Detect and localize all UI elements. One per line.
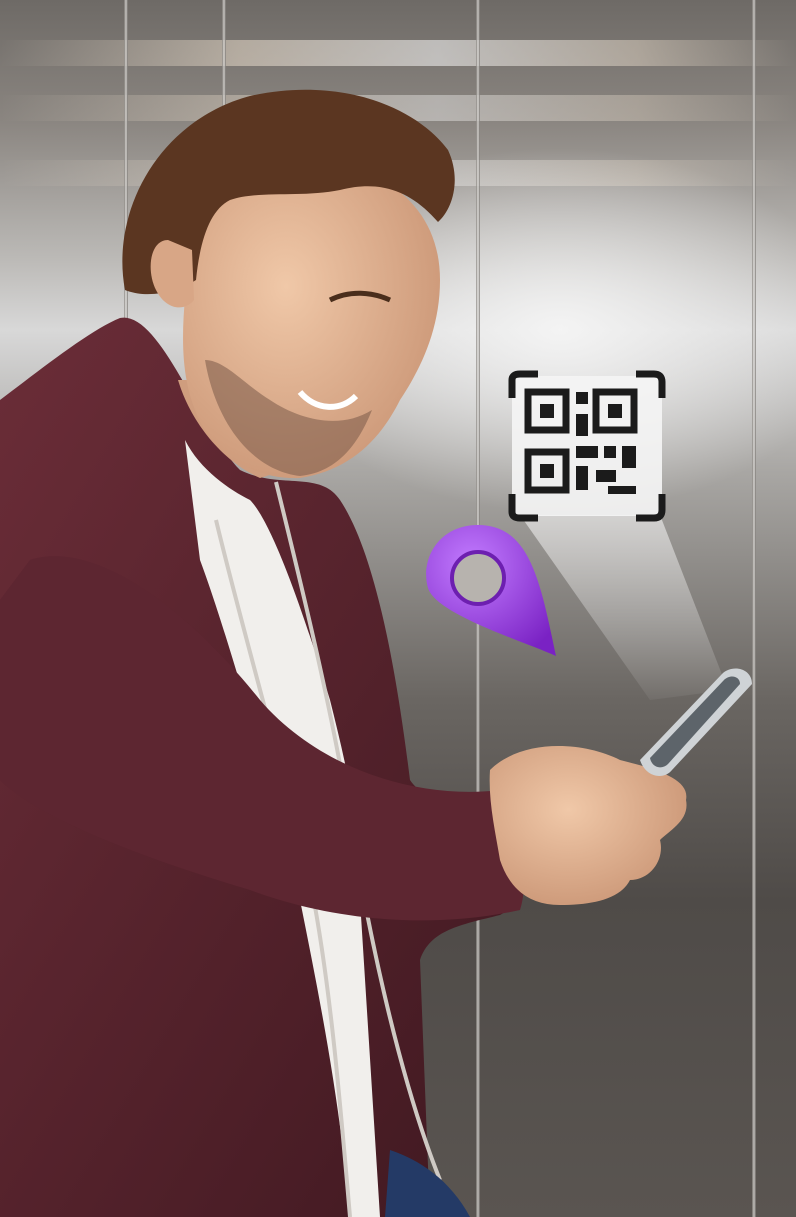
elevator-photo: [0, 0, 796, 1217]
location-pin-icon: [426, 525, 556, 656]
scan-beam: [520, 515, 728, 700]
qr-code-icon: [508, 370, 666, 522]
ear: [150, 240, 194, 308]
scene-illustration: [0, 89, 752, 1217]
